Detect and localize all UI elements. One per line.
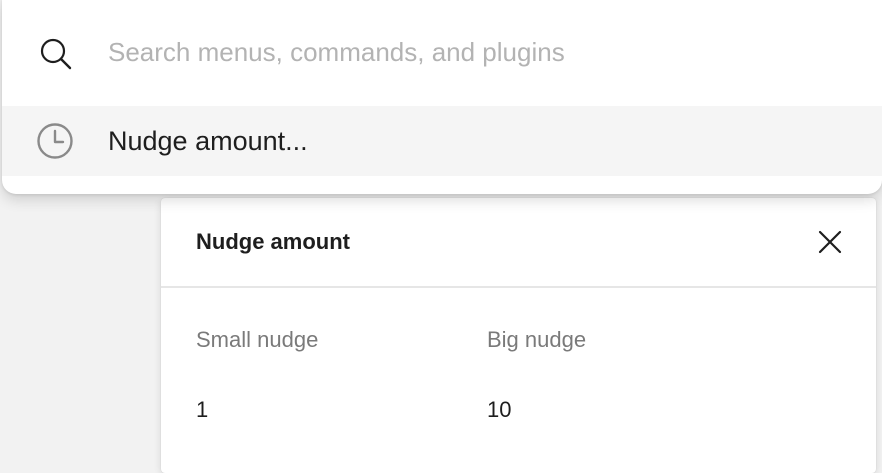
result-label: Nudge amount... (108, 126, 308, 156)
search-input[interactable] (108, 32, 848, 72)
search-icon (36, 34, 76, 74)
small-nudge-input[interactable] (196, 395, 356, 425)
big-nudge-label: Big nudge (487, 327, 587, 352)
search-row (2, 0, 882, 106)
big-nudge-input[interactable] (487, 395, 647, 425)
close-button[interactable] (812, 224, 848, 260)
small-nudge-label: Small nudge (196, 327, 319, 352)
clock-icon (35, 121, 75, 161)
quick-actions-palette: Nudge amount... (2, 0, 882, 194)
panel-header: Nudge amount (161, 198, 876, 288)
panel-title: Nudge amount (196, 229, 350, 254)
close-icon (818, 230, 842, 254)
nudge-amount-panel: Nudge amount Small nudge Big nudge (161, 198, 876, 473)
result-item-nudge-amount[interactable]: Nudge amount... (2, 106, 882, 176)
